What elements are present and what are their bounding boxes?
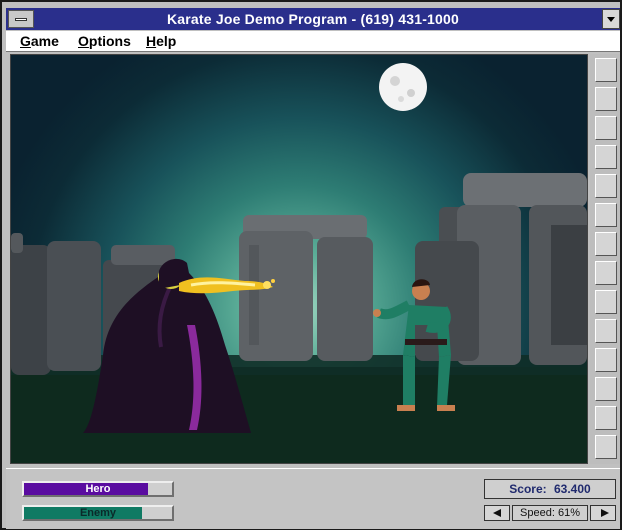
- move-button-14[interactable]: [595, 435, 617, 459]
- move-button-6[interactable]: [595, 203, 617, 227]
- speed-control: Speed: 61%: [484, 505, 616, 523]
- scene-art: [11, 63, 587, 463]
- speed-value: 61%: [557, 507, 580, 519]
- status-panel: Hero Enemy Score: 63.400 Speed: 61%: [6, 468, 620, 529]
- score-display: Score: 63.400: [484, 479, 616, 499]
- window-title: Karate Joe Demo Program - (619) 431-1000: [166, 11, 460, 27]
- enemy-label: Enemy: [79, 507, 117, 519]
- side-control-panel: [590, 54, 620, 464]
- title-bar[interactable]: Karate Joe Demo Program - (619) 431-1000: [6, 8, 620, 30]
- menu-game[interactable]: Game: [20, 33, 59, 49]
- move-button-12[interactable]: [595, 377, 617, 401]
- move-button-3[interactable]: [595, 116, 617, 140]
- hero-label: Hero: [85, 483, 111, 495]
- menu-bar: Game Options Help: [6, 31, 620, 52]
- speed-decrease-button[interactable]: [484, 505, 510, 521]
- menu-help[interactable]: Help: [146, 33, 176, 49]
- move-button-2[interactable]: [595, 87, 617, 111]
- hero-health-bar: Hero: [22, 481, 174, 497]
- moon: [379, 63, 427, 111]
- score-value: 63.400: [554, 482, 591, 496]
- move-button-1[interactable]: [595, 58, 617, 82]
- app-window: Karate Joe Demo Program - (619) 431-1000…: [0, 0, 622, 530]
- move-button-9[interactable]: [595, 290, 617, 314]
- speed-display: Speed: 61%: [512, 505, 588, 521]
- enemy-health-bar: Enemy: [22, 505, 174, 521]
- move-button-13[interactable]: [595, 406, 617, 430]
- menu-options[interactable]: Options: [78, 33, 131, 49]
- score-label: Score:: [509, 482, 547, 496]
- move-button-10[interactable]: [595, 319, 617, 343]
- speed-label: Speed:: [520, 507, 555, 519]
- speed-increase-button[interactable]: [590, 505, 616, 521]
- move-button-4[interactable]: [595, 145, 617, 169]
- move-button-7[interactable]: [595, 232, 617, 256]
- game-scene[interactable]: [10, 54, 588, 464]
- minimize-button[interactable]: [602, 9, 620, 29]
- move-button-5[interactable]: [595, 174, 617, 198]
- move-button-11[interactable]: [595, 348, 617, 372]
- move-button-8[interactable]: [595, 261, 617, 285]
